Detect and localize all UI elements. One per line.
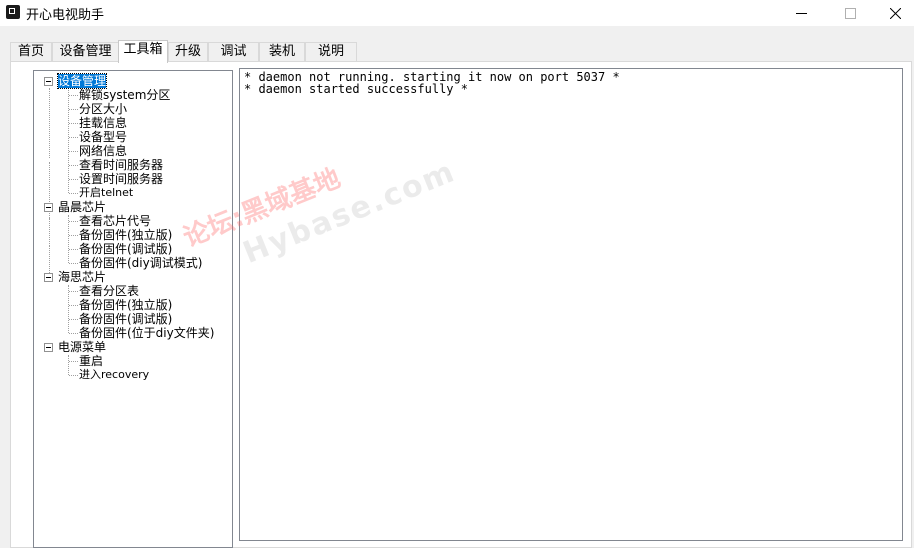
maximize-icon [844, 7, 856, 19]
tree-item-view-partition-table[interactable]: 查看分区表 [79, 284, 139, 298]
tree-item-enter-recovery[interactable]: 进入recovery [79, 368, 149, 382]
tab-toolbox[interactable]: 工具箱 [118, 40, 168, 63]
log-line: * daemon started successfully * [244, 82, 468, 96]
tree-connector [69, 249, 78, 250]
tool-tree[interactable]: 设备管理 解锁system分区 分区大小 挂载信息 设备型号 网络信息 查看时间… [33, 70, 233, 548]
collapse-icon[interactable] [44, 273, 53, 282]
tree-connector [69, 193, 78, 194]
tree-item-unlock-system[interactable]: 解锁system分区 [79, 88, 170, 102]
tree-item-view-chip-code[interactable]: 查看芯片代号 [79, 214, 151, 228]
tree-group-label: 海思芯片 [58, 270, 107, 284]
tree-connector [68, 88, 69, 193]
title-bar: 开心电视助手 [0, 0, 914, 26]
tree-connector [49, 218, 50, 246]
tab-home[interactable]: 首页 [10, 42, 52, 62]
tab-debug[interactable]: 调试 [208, 42, 259, 62]
collapse-icon[interactable] [44, 343, 53, 352]
tree-connector [69, 305, 78, 306]
tree-group-label: 电源菜单 [58, 340, 107, 354]
minimize-button[interactable] [778, 0, 824, 26]
tree-item-backup-debug[interactable]: 备份固件(调试版) [79, 312, 172, 326]
tree-group-label: 晶晨芯片 [58, 200, 107, 214]
tree-connector [69, 109, 78, 110]
tree-item-reboot[interactable]: 重启 [79, 354, 103, 368]
tree-item-set-time-server[interactable]: 设置时间服务器 [79, 172, 163, 186]
tree-connector [69, 319, 78, 320]
minimize-icon [795, 12, 807, 14]
tree-item-backup-diy-debug[interactable]: 备份固件(diy调试模式) [79, 256, 202, 270]
tree-item-view-time-server[interactable]: 查看时间服务器 [79, 158, 163, 172]
tree-connector [69, 179, 78, 180]
tree-connector [68, 215, 69, 263]
collapse-icon[interactable] [44, 203, 53, 212]
tree-connector [68, 285, 69, 333]
tree-connector [69, 137, 78, 138]
tree-item-network-info[interactable]: 网络信息 [79, 144, 127, 158]
tree-item-partition-size[interactable]: 分区大小 [79, 102, 127, 116]
close-button[interactable] [872, 0, 914, 26]
tree-item-enable-telnet[interactable]: 开启telnet [79, 186, 133, 200]
tree-connector [69, 165, 78, 166]
log-output[interactable]: * daemon not running. starting it now on… [239, 68, 903, 541]
close-icon [889, 7, 901, 19]
tab-device-management[interactable]: 设备管理 [52, 42, 119, 62]
tab-help[interactable]: 说明 [305, 42, 357, 62]
tree-connector [69, 151, 78, 152]
tree-connector [69, 95, 78, 96]
tree-connector [69, 123, 78, 124]
tab-upgrade[interactable]: 升级 [168, 42, 208, 62]
tree-item-backup-debug[interactable]: 备份固件(调试版) [79, 242, 172, 256]
collapse-icon[interactable] [44, 77, 53, 86]
tree-item-mount-info[interactable]: 挂载信息 [79, 116, 127, 130]
tab-install[interactable]: 装机 [259, 42, 305, 62]
tree-connector [49, 88, 50, 158]
tree-item-backup-standalone[interactable]: 备份固件(独立版) [79, 298, 172, 312]
tree-connector [69, 333, 78, 334]
tree-item-backup-standalone[interactable]: 备份固件(独立版) [79, 228, 172, 242]
app-icon [6, 5, 20, 19]
tree-connector [69, 375, 78, 376]
tree-connector [69, 263, 78, 264]
main-tabs: 首页 设备管理 工具箱 升级 调试 装机 说明 [0, 40, 914, 63]
tree-connector [69, 221, 78, 222]
window-title: 开心电视助手 [26, 8, 105, 23]
tree-connector [69, 291, 78, 292]
tree-group-label: 设备管理 [56, 73, 108, 89]
tree-connector [69, 235, 78, 236]
tree-connector [69, 361, 78, 362]
tree-connector [68, 355, 69, 375]
tree-item-backup-diy-folder[interactable]: 备份固件(位于diy文件夹) [79, 326, 214, 340]
tree-item-device-model[interactable]: 设备型号 [79, 130, 127, 144]
maximize-button[interactable] [827, 0, 873, 26]
